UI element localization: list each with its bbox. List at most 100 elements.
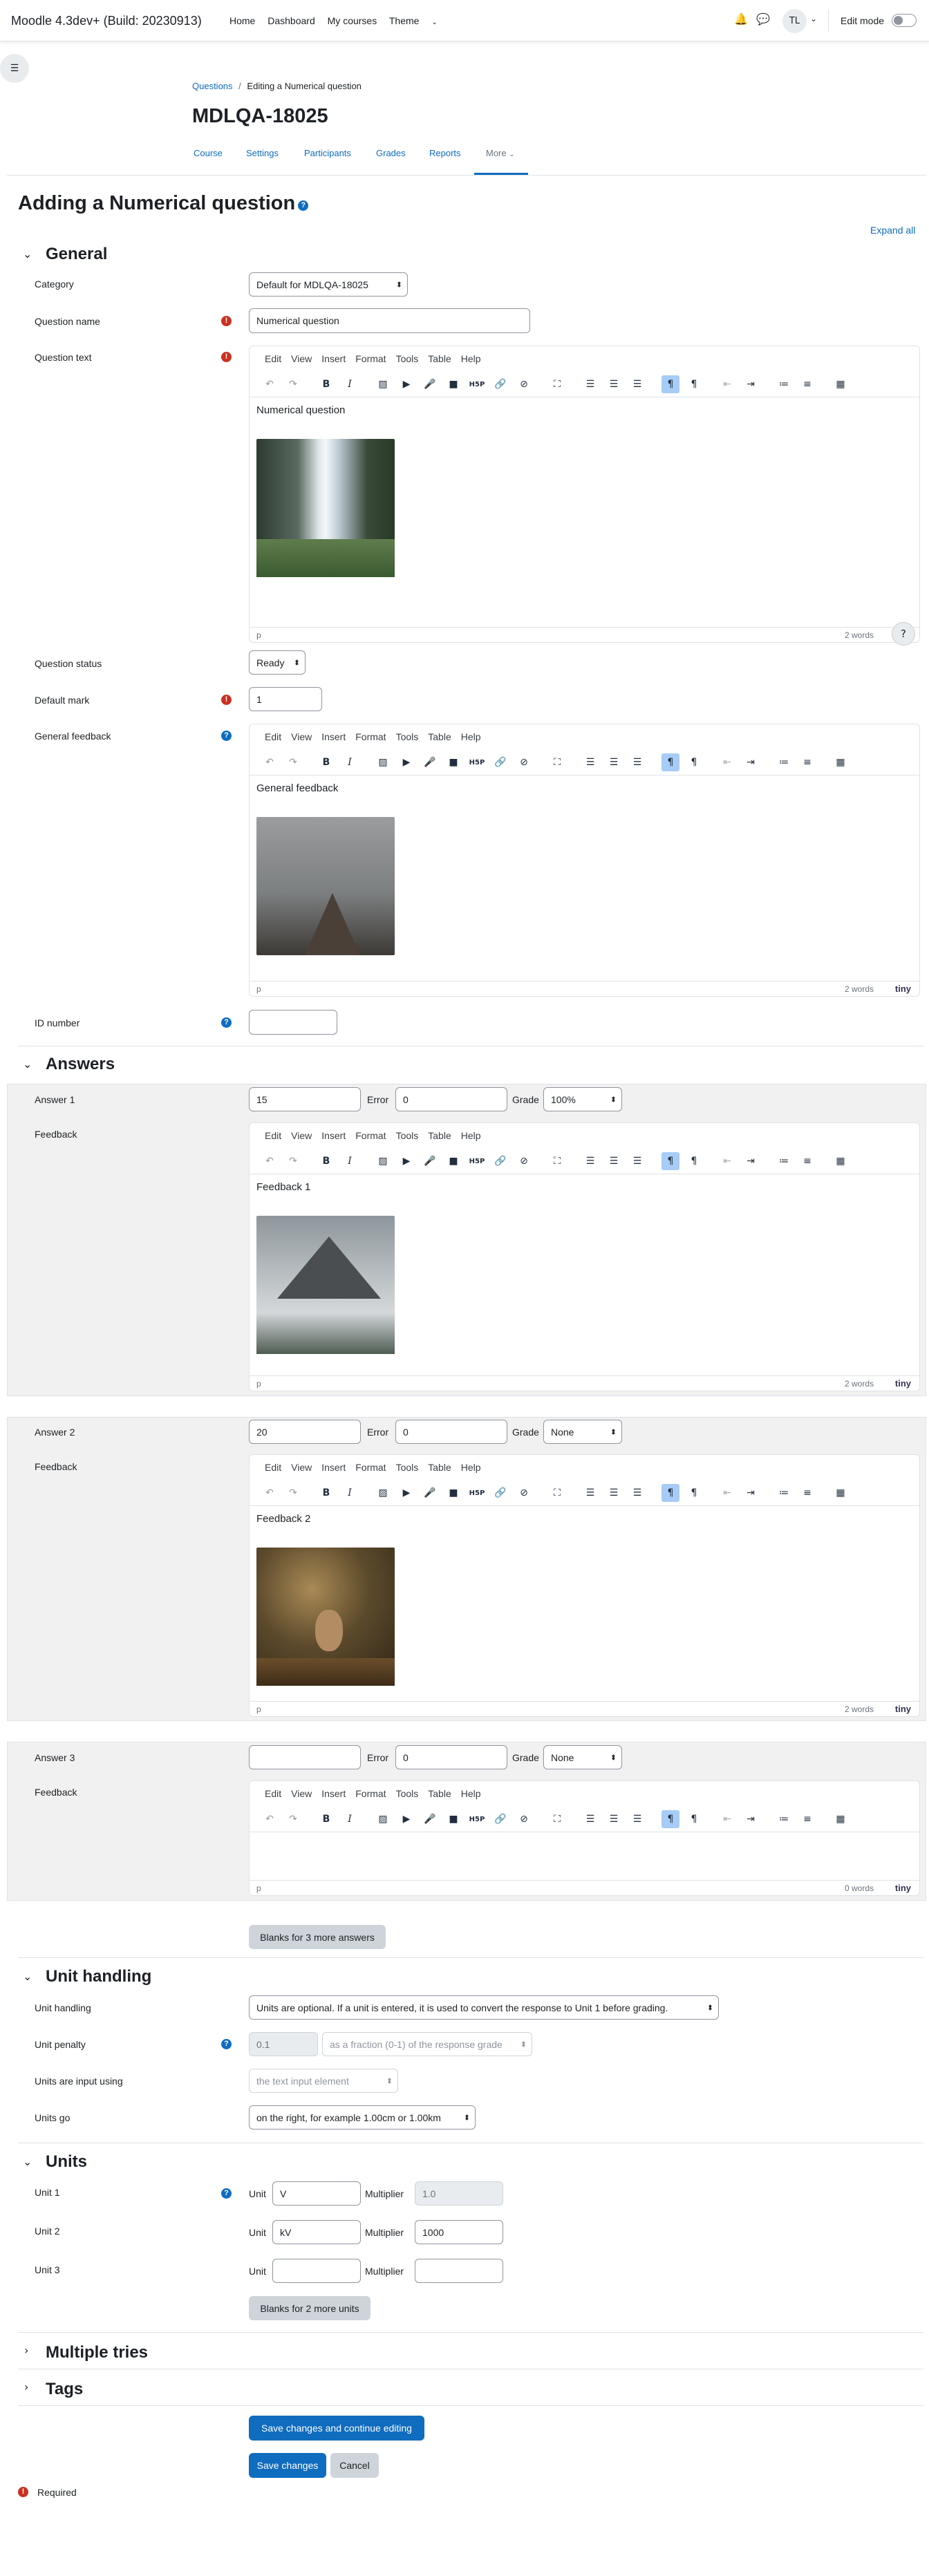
align-center-icon[interactable]: ☰: [605, 1810, 623, 1828]
outdent-icon[interactable]: ⇤: [718, 1810, 736, 1828]
units-go-select[interactable]: on the right, for example 1.00cm or 1.00…: [249, 2105, 476, 2130]
microphone-icon[interactable]: 🎤: [421, 1484, 439, 1502]
menu-view[interactable]: View: [291, 1130, 312, 1141]
expand-chevron-icon[interactable]: ›: [24, 2380, 28, 2394]
bold-icon[interactable]: B: [317, 1152, 335, 1170]
unlink-icon[interactable]: ⊘: [515, 1810, 533, 1828]
menu-edit[interactable]: Edit: [265, 1130, 281, 1141]
menu-format[interactable]: Format: [355, 1462, 386, 1473]
media-icon[interactable]: ▶: [397, 1484, 415, 1502]
blanks-more-units-button[interactable]: Blanks for 2 more units: [249, 2296, 370, 2320]
answer-2-grade-select[interactable]: None: [543, 1420, 622, 1444]
unit-penalty-input[interactable]: 0.1: [249, 2032, 318, 2056]
video-camera-icon[interactable]: ■: [444, 1152, 462, 1170]
menu-format[interactable]: Format: [355, 731, 386, 742]
image-icon[interactable]: ▨: [374, 1484, 392, 1502]
tab-settings[interactable]: Settings: [246, 148, 279, 158]
redo-icon[interactable]: ↷: [284, 375, 302, 393]
unit-handling-select[interactable]: Units are optional. If a unit is entered…: [249, 1995, 719, 2020]
numbered-list-icon[interactable]: ≡: [798, 1810, 816, 1828]
menu-edit[interactable]: Edit: [265, 1462, 281, 1473]
media-icon[interactable]: ▶: [397, 1152, 415, 1170]
menu-insert[interactable]: Insert: [321, 731, 346, 742]
rtl-icon[interactable]: ¶: [685, 1810, 703, 1828]
video-camera-icon[interactable]: ■: [444, 1810, 462, 1828]
section-tags-heading[interactable]: Tags: [46, 2380, 83, 2399]
align-right-icon[interactable]: ☰: [628, 1810, 646, 1828]
italic-icon[interactable]: I: [341, 375, 359, 393]
menu-tools[interactable]: Tools: [396, 353, 419, 364]
menu-help[interactable]: Help: [461, 1130, 481, 1141]
menu-insert[interactable]: Insert: [321, 1788, 346, 1799]
h5p-icon[interactable]: H5P: [468, 753, 486, 771]
fullscreen-icon[interactable]: ⛶: [548, 753, 566, 771]
microphone-icon[interactable]: 🎤: [421, 375, 439, 393]
collapse-chevron-icon[interactable]: ⌄: [23, 1970, 32, 1983]
save-and-continue-button[interactable]: Save changes and continue editing: [249, 2416, 424, 2441]
general-feedback-editor[interactable]: Edit View Insert Format Tools Table Help ↶ ↷ B…: [249, 724, 920, 997]
align-right-icon[interactable]: ☰: [628, 1484, 646, 1502]
link-icon[interactable]: 🔗: [491, 1810, 509, 1828]
menu-table[interactable]: Table: [428, 731, 451, 742]
ltr-icon[interactable]: ¶: [661, 1810, 679, 1828]
help-icon[interactable]: ?: [221, 731, 232, 741]
units-input-select[interactable]: the text input element: [249, 2069, 398, 2093]
help-icon[interactable]: ?: [221, 2188, 232, 2199]
menu-view[interactable]: View: [291, 1788, 312, 1799]
help-icon[interactable]: ?: [221, 2039, 232, 2049]
redo-icon[interactable]: ↷: [284, 1810, 302, 1828]
fullscreen-icon[interactable]: ⛶: [548, 1810, 566, 1828]
bullet-list-icon[interactable]: ≔: [775, 1484, 793, 1502]
menu-format[interactable]: Format: [355, 353, 386, 364]
calculator-icon[interactable]: ▦: [832, 1152, 850, 1170]
collapse-chevron-icon[interactable]: ⌄: [23, 1057, 32, 1071]
video-camera-icon[interactable]: ■: [444, 753, 462, 771]
align-right-icon[interactable]: ☰: [628, 375, 646, 393]
bold-icon[interactable]: B: [317, 753, 335, 771]
answer-3-grade-select[interactable]: None: [543, 1745, 622, 1769]
cancel-button[interactable]: Cancel: [330, 2453, 379, 2478]
help-icon[interactable]: ?: [298, 200, 309, 211]
answer-3-input[interactable]: [249, 1745, 361, 1769]
blanks-more-answers-button[interactable]: Blanks for 3 more answers: [249, 1925, 386, 1949]
menu-view[interactable]: View: [291, 731, 312, 742]
ltr-icon[interactable]: ¶: [661, 1152, 679, 1170]
edit-mode-toggle[interactable]: [892, 14, 917, 27]
link-icon[interactable]: 🔗: [491, 375, 509, 393]
site-brand[interactable]: Moodle 4.3dev+ (Build: 20230913): [11, 14, 202, 28]
microphone-icon[interactable]: 🎤: [421, 753, 439, 771]
unit-1-input[interactable]: V: [272, 2181, 361, 2206]
h5p-icon[interactable]: H5P: [468, 375, 486, 393]
outdent-icon[interactable]: ⇤: [718, 1152, 736, 1170]
question-status-select[interactable]: Ready: [249, 650, 306, 675]
align-center-icon[interactable]: ☰: [605, 1484, 623, 1502]
rtl-icon[interactable]: ¶: [685, 375, 703, 393]
align-center-icon[interactable]: ☰: [605, 1152, 623, 1170]
answer-2-feedback-editor[interactable]: Edit View Insert Format Tools Table Help ↶ ↷ B…: [249, 1454, 920, 1717]
undo-icon[interactable]: ↶: [261, 753, 279, 771]
undo-icon[interactable]: ↶: [261, 1484, 279, 1502]
tab-more[interactable]: More ⌄: [486, 148, 515, 158]
breadcrumb-questions[interactable]: Questions: [192, 81, 233, 91]
menu-tools[interactable]: Tools: [396, 1130, 419, 1141]
collapse-chevron-icon[interactable]: ⌄: [23, 2155, 32, 2168]
italic-icon[interactable]: I: [341, 753, 359, 771]
calculator-icon[interactable]: ▦: [832, 375, 850, 393]
indent-icon[interactable]: ⇥: [742, 375, 760, 393]
answer-1-feedback-editor[interactable]: Edit View Insert Format Tools Table Help ↶ ↷ B…: [249, 1122, 920, 1391]
menu-table[interactable]: Table: [428, 1462, 451, 1473]
align-right-icon[interactable]: ☰: [628, 753, 646, 771]
editor-content[interactable]: Numerical question: [256, 404, 345, 416]
menu-edit[interactable]: Edit: [265, 353, 281, 364]
default-mark-input[interactable]: 1: [249, 687, 322, 711]
nav-theme[interactable]: Theme ⌄: [389, 15, 447, 26]
menu-help[interactable]: Help: [461, 353, 481, 364]
ltr-icon[interactable]: ¶: [661, 1484, 679, 1502]
menu-insert[interactable]: Insert: [321, 1130, 346, 1141]
media-icon[interactable]: ▶: [397, 375, 415, 393]
section-unit-handling-heading[interactable]: Unit handling: [46, 1967, 151, 1986]
menu-insert[interactable]: Insert: [321, 1462, 346, 1473]
video-camera-icon[interactable]: ■: [444, 375, 462, 393]
bullet-list-icon[interactable]: ≔: [775, 753, 793, 771]
unit-3-input[interactable]: [272, 2259, 361, 2283]
